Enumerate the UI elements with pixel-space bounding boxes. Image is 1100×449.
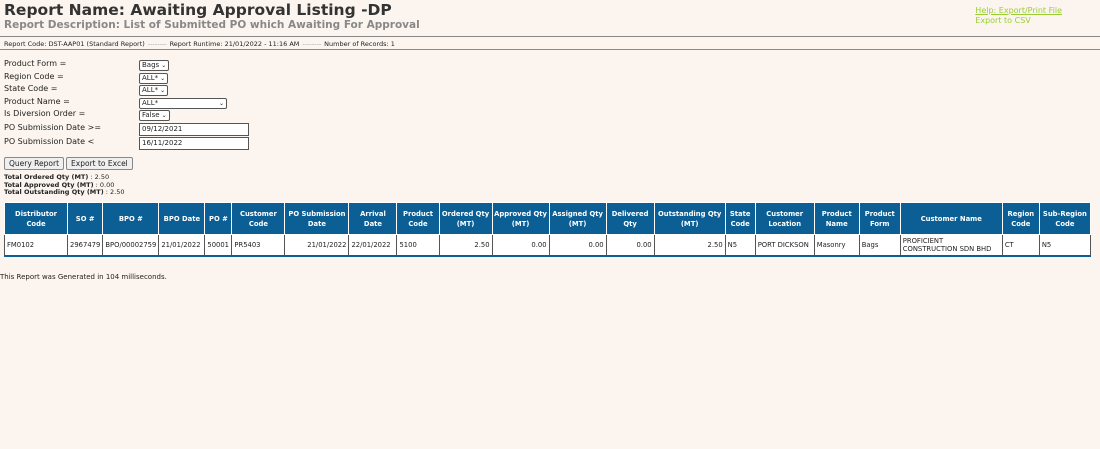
report-meta: Report Code: DST-AAP01 (Standard Report)…	[4, 40, 395, 48]
table-header-row: Distributor Code SO # BPO # BPO Date PO …	[3, 202, 1092, 235]
table-cell: Masonry	[813, 234, 860, 257]
export-excel-button[interactable]: Export to Excel	[66, 157, 133, 170]
filter-label: Is Diversion Order =	[4, 109, 86, 118]
column-header: PO #	[204, 202, 233, 235]
table-cell: 0.00	[548, 234, 607, 257]
page-subtitle: Report Description: List of Submitted PO…	[4, 19, 420, 31]
table-cell: 21/01/2022	[284, 234, 350, 257]
column-header: Customer Name	[899, 202, 1003, 235]
table-cell: PROFICIENT CONSTRUCTION SDN BHD	[899, 234, 1003, 257]
chevron-down-icon: ⌄	[160, 74, 166, 82]
page-title: Report Name: Awaiting Approval Listing -…	[4, 1, 392, 19]
column-header: Ordered Qty (MT)	[438, 202, 493, 235]
column-header: Assigned Qty (MT)	[548, 202, 607, 235]
table-cell: Bags	[858, 234, 901, 257]
column-header: PO Submission Date	[284, 202, 350, 235]
region-code-select[interactable]: ALL* ⌄	[139, 72, 169, 84]
chevron-down-icon: ⌄	[160, 87, 166, 94]
chevron-down-icon: ⌄	[218, 99, 224, 107]
export-csv-link[interactable]: Export to CSV	[975, 16, 1062, 26]
column-header: Approved Qty (MT)	[491, 202, 550, 235]
total-outstanding: Total Outstanding Qty (MT) : 2.50	[4, 188, 125, 196]
column-header: Product Name	[813, 202, 860, 235]
date-from-input[interactable]: 09/12/2021	[139, 122, 249, 136]
help-links: Help: Export/Print File Export to CSV	[975, 6, 1062, 26]
table-cell: 0.00	[491, 234, 550, 257]
column-header: BPO #	[102, 202, 160, 235]
column-header: Distributor Code	[3, 202, 69, 235]
divider	[0, 49, 1100, 50]
column-header: Arrival Date	[348, 202, 398, 235]
column-header: Region Code	[1001, 202, 1040, 235]
column-header: Product Form	[858, 202, 901, 235]
table-cell: N5	[1038, 234, 1092, 257]
filter-label: PO Submission Date >=	[4, 122, 102, 132]
report-code: Report Code: DST-AAP01 (Standard Report)	[4, 40, 145, 48]
table-cell: 2.50	[653, 234, 726, 257]
date-to-input[interactable]: 16/11/2022	[139, 136, 249, 150]
report-runtime: Report Runtime: 21/01/2022 - 11:16 AM	[169, 40, 300, 48]
query-report-button[interactable]: Query Report	[4, 157, 65, 170]
divider	[0, 36, 1100, 37]
table-cell: PORT DICKSON	[754, 234, 815, 257]
table-row: FM0102 2967479 BPO/00002759 21/01/2022 5…	[3, 234, 1092, 257]
results-table: Distributor Code SO # BPO # BPO Date PO …	[3, 202, 1092, 257]
table-cell: 5100	[396, 234, 440, 257]
product-form-select[interactable]: Bags ⌄	[139, 60, 170, 71]
table-cell: 2967479	[67, 234, 104, 257]
report-header: Report Name: Awaiting Approval Listing -…	[4, 2, 420, 32]
table-cell: 2.50	[438, 234, 493, 257]
filter-label: State Code =	[4, 84, 58, 93]
table-cell: 22/01/2022	[348, 234, 398, 257]
table-cell: 0.00	[605, 234, 655, 257]
table-cell: N5	[724, 234, 756, 257]
meta-separator: --------	[147, 40, 167, 48]
column-header: Product Code	[396, 202, 440, 235]
action-buttons: Query Report Export to Excel	[4, 151, 135, 170]
table-cell: FM0102	[3, 234, 69, 257]
filter-label: PO Submission Date <	[4, 136, 95, 146]
column-header: State Code	[724, 202, 756, 235]
chevron-down-icon: ⌄	[161, 62, 167, 69]
column-header: Customer Code	[231, 202, 286, 235]
table-cell: 21/01/2022	[158, 234, 206, 257]
generation-time: This Report was Generated in 104 millise…	[0, 273, 167, 281]
filter-label: Product Name =	[4, 96, 70, 106]
filter-label: Product Form =	[4, 59, 67, 68]
column-header: SO #	[67, 202, 104, 235]
filter-label: Region Code =	[4, 71, 64, 81]
help-export-link[interactable]: Help: Export/Print File	[975, 6, 1062, 16]
column-header: Delivered Qty	[605, 202, 655, 235]
product-name-select[interactable]: ALL* ⌄	[139, 97, 227, 109]
record-count: Number of Records: 1	[324, 40, 395, 48]
chevron-down-icon: ⌄	[161, 112, 167, 119]
column-header: Outstanding Qty (MT)	[653, 202, 726, 235]
meta-separator: --------	[302, 40, 322, 48]
state-code-select[interactable]: ALL* ⌄	[139, 85, 169, 96]
column-header: Customer Location	[754, 202, 815, 235]
table-cell: CT	[1001, 234, 1040, 257]
diversion-order-select[interactable]: False ⌄	[139, 110, 170, 121]
table-cell: 50001	[204, 234, 233, 257]
table-cell: PR5403	[231, 234, 286, 257]
totals-summary: Total Ordered Qty (MT) : 2.50 Total Appr…	[4, 173, 125, 197]
column-header: BPO Date	[158, 202, 206, 235]
column-header: Sub-Region Code	[1038, 202, 1092, 235]
table-cell: BPO/00002759	[102, 234, 160, 257]
